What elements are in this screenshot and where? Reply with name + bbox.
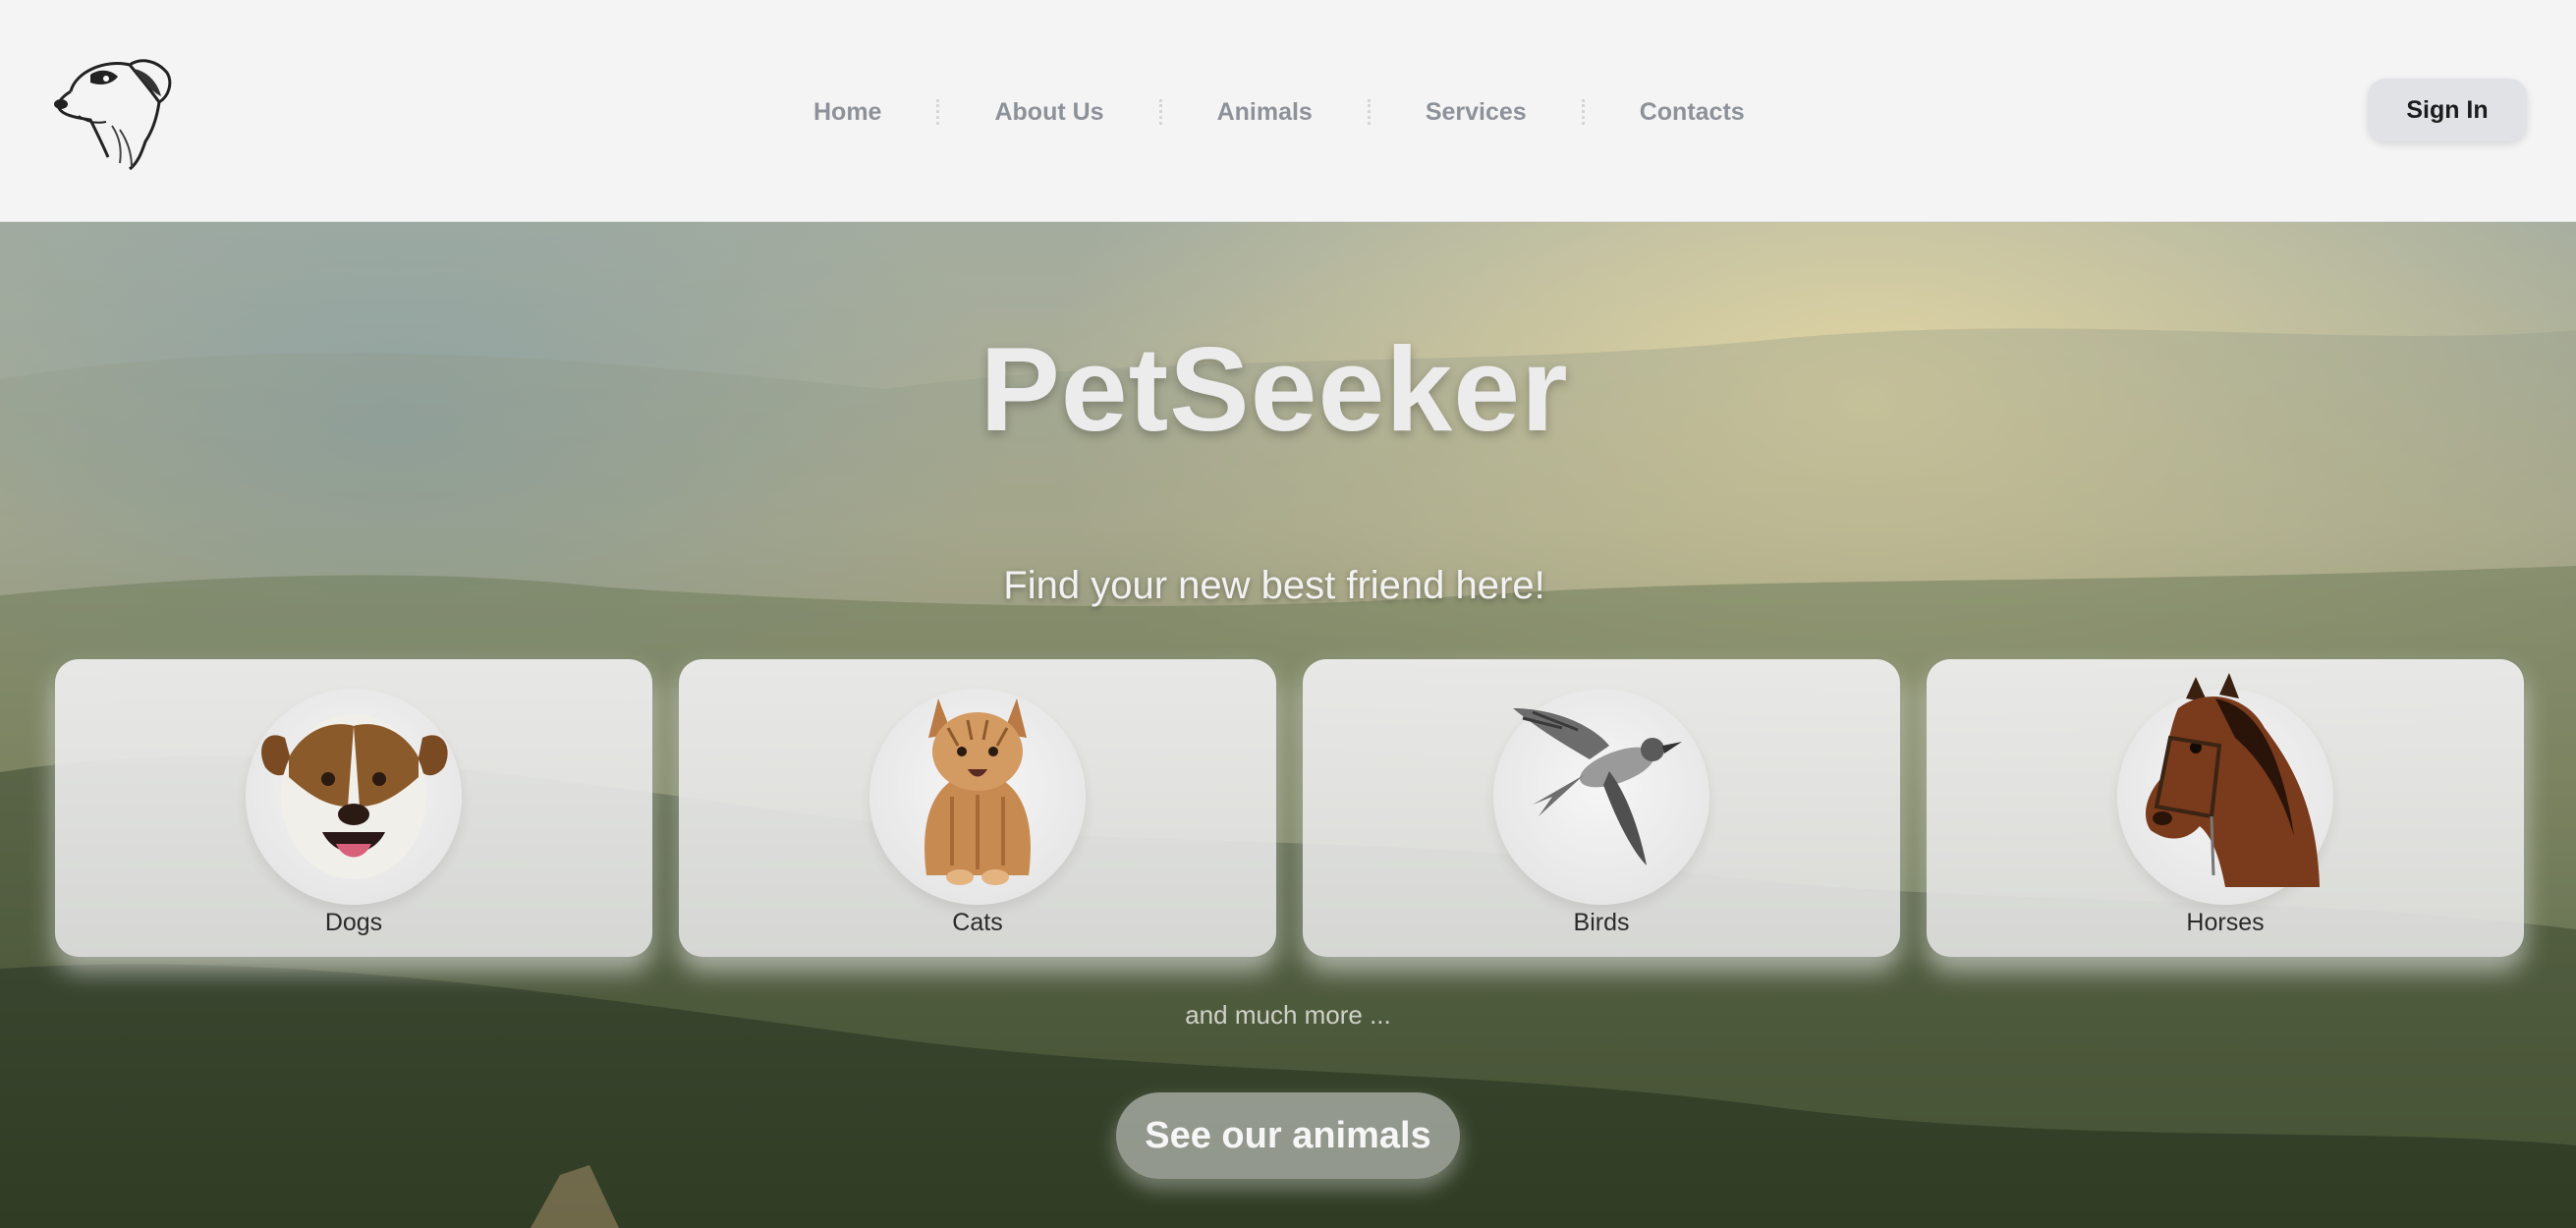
- category-label-birds: Birds: [1573, 909, 1630, 936]
- more-animals-text: and much more ...: [1185, 1000, 1391, 1030]
- main-nav: Home About Us Animals Services Contacts: [806, 83, 1753, 141]
- nav-separator: [1581, 99, 1585, 125]
- nav-home[interactable]: Home: [806, 98, 889, 127]
- dog-icon: [246, 689, 462, 905]
- see-our-animals-button[interactable]: See our animals: [1116, 1092, 1460, 1179]
- nav-animals[interactable]: Animals: [1209, 98, 1320, 127]
- category-label-cats: Cats: [952, 909, 1003, 936]
- category-label-horses: Horses: [2186, 909, 2265, 936]
- category-card-birds[interactable]: Birds: [1303, 659, 1900, 957]
- nav-contacts[interactable]: Contacts: [1632, 98, 1753, 127]
- dog-head-icon[interactable]: [51, 47, 179, 175]
- nav-services[interactable]: Services: [1418, 98, 1535, 127]
- category-card-horses[interactable]: Horses: [1927, 659, 2524, 957]
- category-card-dogs[interactable]: Dogs: [55, 659, 652, 957]
- bird-icon: [1493, 689, 1709, 905]
- cat-icon: [869, 689, 1086, 905]
- site-header: Home About Us Animals Services Contacts …: [0, 0, 2576, 222]
- nav-about-us[interactable]: About Us: [986, 98, 1111, 127]
- page-title: PetSeeker: [980, 322, 1569, 456]
- nav-separator: [1367, 99, 1371, 125]
- category-card-cats[interactable]: Cats: [679, 659, 1276, 957]
- category-label-dogs: Dogs: [324, 909, 383, 936]
- nav-separator: [1158, 99, 1162, 125]
- hero-section: PetSeeker Find your new best friend here…: [0, 222, 2576, 1228]
- page-subtitle: Find your new best friend here!: [1003, 564, 1545, 607]
- sign-in-button[interactable]: Sign In: [2368, 79, 2527, 141]
- nav-separator: [936, 99, 940, 125]
- animal-category-cards: Dogs Cats Birds Horses: [55, 659, 2524, 964]
- horse-icon: [2117, 673, 2333, 905]
